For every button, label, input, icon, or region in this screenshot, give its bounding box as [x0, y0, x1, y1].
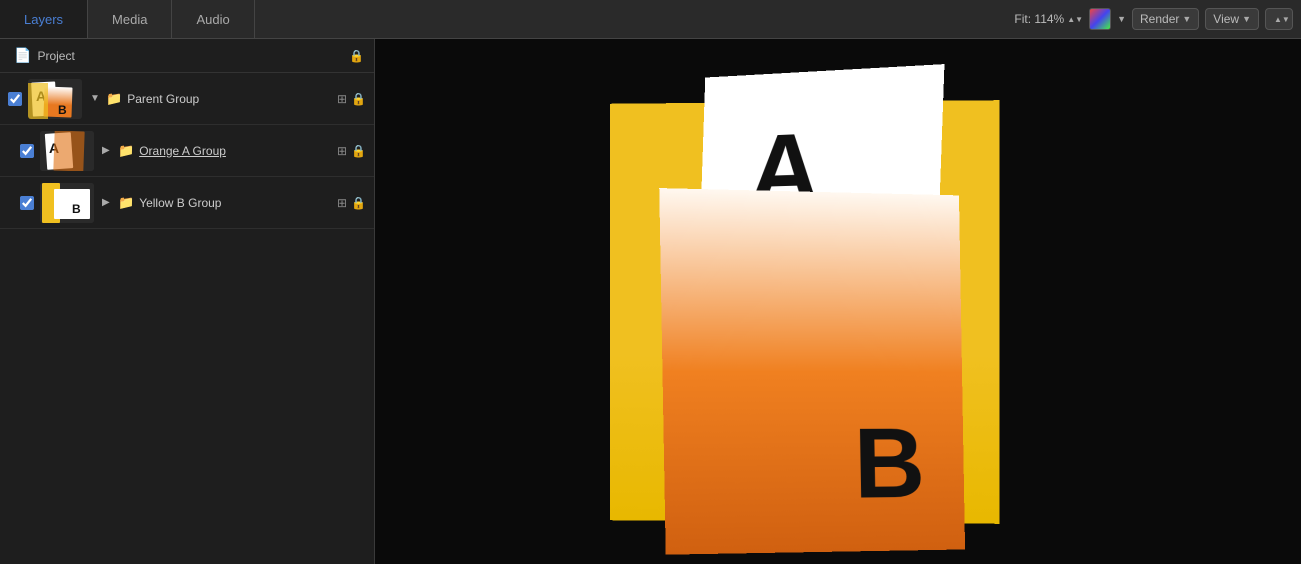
orange-a-checkbox[interactable] [20, 144, 34, 158]
orange-a-stack-icon[interactable]: ⊞ [337, 144, 347, 158]
composition: A B [608, 72, 1068, 532]
tab-media[interactable]: Media [88, 0, 172, 38]
render-button[interactable]: Render ▼ [1132, 8, 1199, 30]
view-button[interactable]: View ▼ [1205, 8, 1259, 30]
svg-text:B: B [72, 202, 81, 216]
orange-a-thumb-svg: A [40, 131, 94, 171]
layout-stepper[interactable]: ▲▼ [1274, 15, 1290, 24]
yellow-b-lock-icon[interactable]: 🔒 [351, 196, 366, 210]
tab-layers[interactable]: Layers [0, 0, 88, 38]
render-chevron-icon: ▼ [1182, 14, 1191, 24]
project-label: Project [37, 49, 349, 63]
parent-group-collapse-icon[interactable]: ▼ [90, 93, 102, 104]
card-b: B [659, 188, 965, 555]
canvas-area[interactable]: A B [375, 39, 1301, 564]
top-bar: Layers Media Audio Fit: 114% ▲▼ ▼ Render… [0, 0, 1301, 39]
yellow-b-name: Yellow B Group [139, 196, 337, 210]
color-chevron-icon[interactable]: ▼ [1117, 14, 1126, 24]
yellow-b-checkbox[interactable] [20, 196, 34, 210]
project-lock-icon[interactable]: 🔒 [349, 49, 364, 63]
layer-row-orange-a: A ▶ 📁 Orange A Group ⊞ 🔒 [0, 125, 374, 177]
layout-button[interactable]: ▲▼ [1265, 8, 1293, 30]
project-row: 📄 Project 🔒 [0, 39, 374, 73]
parent-group-thumb-svg: A B [28, 79, 82, 119]
color-swatch[interactable] [1089, 8, 1111, 30]
orange-a-expand-icon[interactable]: ▶ [102, 145, 114, 156]
yellow-b-stack-icon[interactable]: ⊞ [337, 196, 347, 210]
fit-stepper[interactable]: ▲▼ [1067, 15, 1083, 24]
parent-group-row-icons: ⊞ 🔒 [337, 92, 366, 106]
yellow-b-thumb-svg: B [40, 183, 94, 223]
yellow-b-expand-icon[interactable]: ▶ [102, 197, 114, 208]
main-content: 📄 Project 🔒 A [0, 39, 1301, 564]
tab-group: Layers Media Audio [0, 0, 255, 38]
orange-a-name: Orange A Group [139, 144, 337, 158]
letter-b-text: B [853, 406, 926, 521]
tab-audio[interactable]: Audio [172, 0, 254, 38]
layer-row-parent-group: A B ▼ 📁 Parent Group [0, 73, 374, 125]
sidebar: 📄 Project 🔒 A [0, 39, 375, 564]
view-chevron-icon: ▼ [1242, 14, 1251, 24]
top-bar-right: Fit: 114% ▲▼ ▼ Render ▼ View ▼ ▲▼ [1014, 8, 1301, 30]
yellow-b-row-icons: ⊞ 🔒 [337, 196, 366, 210]
svg-text:B: B [58, 103, 67, 117]
layer-row-yellow-b: B ▶ 📁 Yellow B Group ⊞ 🔒 [0, 177, 374, 229]
orange-a-lock-icon[interactable]: 🔒 [351, 144, 366, 158]
parent-group-stack-icon[interactable]: ⊞ [337, 92, 347, 106]
orange-a-row-icons: ⊞ 🔒 [337, 144, 366, 158]
fit-control[interactable]: Fit: 114% ▲▼ [1014, 12, 1083, 26]
parent-group-thumb: A B [28, 79, 82, 119]
parent-group-lock-icon[interactable]: 🔒 [351, 92, 366, 106]
parent-group-checkbox[interactable] [8, 92, 22, 106]
project-folder-icon: 📄 [14, 47, 31, 64]
yellow-b-folder-icon: 📁 [118, 195, 134, 211]
yellow-b-thumb: B [40, 183, 94, 223]
project-row-icons: 🔒 [349, 49, 364, 63]
parent-group-folder-icon: 📁 [106, 91, 122, 107]
orange-a-folder-icon: 📁 [118, 143, 134, 159]
fit-label: Fit: 114% [1014, 12, 1064, 26]
parent-group-name: Parent Group [127, 92, 337, 106]
orange-a-thumb: A [40, 131, 94, 171]
